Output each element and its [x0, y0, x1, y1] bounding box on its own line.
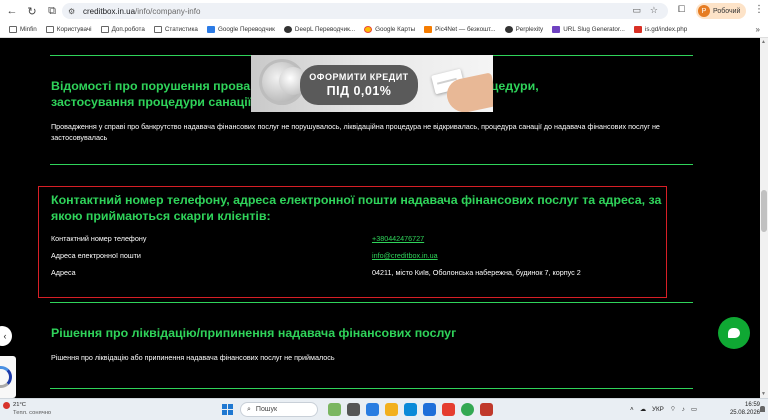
folder-icon	[45, 26, 54, 33]
battery-icon[interactable]: ▭	[691, 406, 697, 413]
credit-banner[interactable]: ОФОРМИТИ КРЕДИТ ПІД 0,01%	[251, 55, 493, 112]
bookmark-users[interactable]: Користувачі	[45, 26, 92, 33]
deepl-icon	[283, 26, 292, 33]
taskbar-search[interactable]: ⌕ Пошук	[240, 402, 318, 417]
bookmark-star-icon[interactable]: ☆	[650, 5, 658, 16]
folder-icon	[153, 26, 162, 33]
address-value: 04211, місто Київ, Оболонська набережна,…	[372, 268, 581, 277]
liquidation-heading: Рішення про ліквідацію/припинення надава…	[51, 326, 457, 340]
weather-icon	[3, 402, 10, 409]
chrome-icon[interactable]	[461, 403, 474, 416]
bookmarks-bar: Minfin Користувачі Доп.робота Статистика…	[0, 22, 768, 38]
divider	[50, 388, 693, 389]
weather-widget[interactable]: 21°C Тепл. сонячно	[3, 401, 51, 417]
back-icon[interactable]: ←	[4, 3, 20, 19]
address-bar[interactable]: ⚙ creditbox.in.ua/info/company-info ▭ ☆	[62, 3, 668, 19]
install-app-icon[interactable]: ▭	[632, 5, 641, 16]
more-bookmarks-icon[interactable]: »	[756, 25, 760, 34]
chevron-up-icon[interactable]: ˄	[630, 406, 634, 413]
explorer-icon[interactable]	[385, 403, 398, 416]
volume-icon[interactable]: ♪	[682, 406, 685, 413]
tab-search-icon[interactable]: ⧉	[44, 3, 60, 19]
maps-icon	[364, 26, 373, 33]
reload-icon[interactable]: ↻	[24, 3, 40, 19]
profile-button[interactable]: P Робочий	[696, 3, 746, 19]
translate-icon	[206, 26, 215, 33]
phone-label: Контактний номер телефону	[51, 234, 147, 243]
task-view-icon[interactable]	[347, 403, 360, 416]
side-toggle-button[interactable]: ‹	[0, 326, 12, 346]
bookmark-google-translate[interactable]: Google Переводчик	[206, 26, 275, 33]
search-placeholder: Пошук	[255, 406, 278, 413]
teams-icon[interactable]	[366, 403, 379, 416]
banner-line2: ПІД 0,01%	[326, 84, 392, 98]
taskbar-apps	[328, 403, 493, 416]
wifi-icon[interactable]: ⌔	[670, 405, 676, 413]
search-icon: ⌕	[247, 405, 251, 413]
weather-temp: 21°C	[13, 402, 26, 408]
menu-icon[interactable]: ⋮	[754, 4, 764, 15]
notifications-icon[interactable]	[760, 406, 765, 412]
scroll-up-icon[interactable]: ▲	[761, 39, 766, 45]
perplexity-icon	[504, 26, 513, 33]
extensions-icon[interactable]: ⧠	[678, 4, 685, 15]
avatar: P	[698, 5, 710, 17]
windows-start-icon[interactable]	[222, 404, 233, 415]
recaptcha-badge[interactable]	[0, 356, 16, 398]
banner-pill: ОФОРМИТИ КРЕДИТ ПІД 0,01%	[300, 65, 418, 105]
edge-icon[interactable]	[404, 403, 417, 416]
contacts-heading: Контактний номер телефону, адреса електр…	[51, 193, 662, 223]
page-content: Відомості про порушення провариття лікві…	[0, 38, 760, 398]
scroll-down-icon[interactable]: ▼	[761, 391, 766, 397]
bookmark-minfin[interactable]: Minfin	[9, 26, 37, 33]
folder-icon	[9, 26, 17, 33]
bookmark-url-slug[interactable]: URL Slug Generator...	[552, 26, 625, 33]
bookmark-pic4net[interactable]: Pic4Net — безкошт...	[424, 26, 496, 33]
page-scrollbar[interactable]: ▲ ▼	[760, 38, 768, 398]
violations-text: Провадження у справі про банкрутство над…	[51, 122, 660, 142]
bookmark-isgd[interactable]: is.gd/index.php	[633, 26, 687, 33]
banner-line1: ОФОРМИТИ КРЕДИТ	[309, 72, 409, 82]
recaptcha-icon	[0, 366, 12, 388]
phone-link[interactable]: +380442476727	[372, 234, 424, 243]
bookmark-perplexity[interactable]: Perplexity	[504, 26, 543, 33]
slug-icon	[552, 26, 561, 33]
email-label: Адреса електронної пошти	[51, 251, 141, 260]
bookmark-deepl[interactable]: DeepL Переводчик...	[283, 26, 355, 33]
email-link[interactable]: info@creditbox.in.ua	[372, 251, 438, 260]
scrollbar-thumb[interactable]	[761, 190, 767, 232]
widgets-icon[interactable]	[328, 403, 341, 416]
mail-icon[interactable]	[442, 403, 455, 416]
system-tray: ˄ ☁ УКР ⌔ ♪ ▭	[630, 405, 697, 414]
divider	[50, 302, 693, 303]
chat-button[interactable]	[718, 317, 750, 349]
isgd-icon	[633, 26, 642, 33]
divider	[50, 164, 693, 165]
pic4net-icon	[424, 26, 433, 33]
taskbar: 21°C Тепл. сонячно ⌕ Пошук ˄ ☁ УКР ⌔ ♪ ▭…	[0, 398, 768, 420]
address-label: Адреса	[51, 268, 76, 277]
url-host: creditbox.in.ua	[83, 6, 136, 16]
chevron-left-icon: ‹	[3, 331, 7, 341]
bookmark-statistics[interactable]: Статистика	[153, 26, 198, 33]
browser-toolbar: ← ↻ ⧉ ⚙ creditbox.in.ua/info/company-inf…	[0, 0, 768, 22]
app-icon[interactable]	[480, 403, 493, 416]
clock-time: 16:59	[744, 402, 760, 408]
bookmark-google-maps[interactable]: Google Карты	[364, 26, 415, 33]
url-path: /info/company-info	[135, 6, 201, 16]
site-info-icon[interactable]: ⚙	[68, 6, 78, 16]
store-icon[interactable]	[423, 403, 436, 416]
clock-date: 25.08.2026	[729, 410, 760, 416]
chat-bubble-icon	[728, 328, 740, 338]
profile-name: Робочий	[713, 7, 741, 15]
weather-desc: Тепл. сонячно	[13, 410, 52, 416]
folder-icon	[100, 26, 109, 33]
liquidation-text: Рішення про ліквідацію або припинення на…	[51, 353, 335, 362]
language-indicator[interactable]: УКР	[652, 406, 664, 413]
clock[interactable]: 16:59 25.08.2026	[728, 401, 760, 417]
bookmark-side-work[interactable]: Доп.робота	[100, 26, 145, 33]
onedrive-icon[interactable]: ☁	[640, 406, 646, 413]
